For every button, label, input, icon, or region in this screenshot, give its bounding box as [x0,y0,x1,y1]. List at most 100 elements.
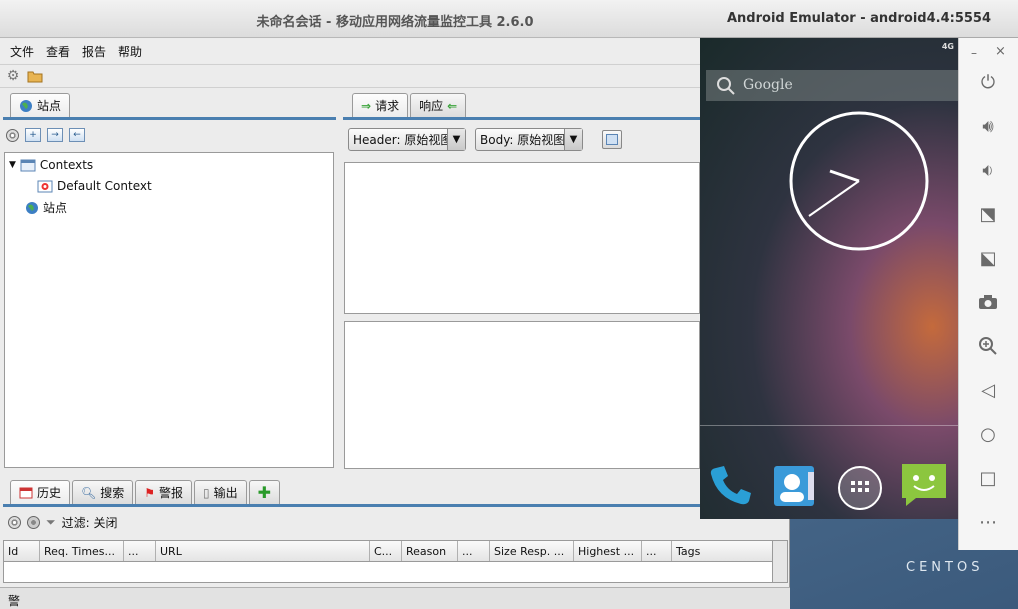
zoom-icon[interactable] [974,332,1002,360]
back-icon[interactable]: ◁ [974,376,1002,404]
tab-history[interactable]: 历史 [10,480,71,504]
import-context-icon[interactable]: → [47,128,63,142]
request-body-panel[interactable] [344,321,700,469]
col-note[interactable]: ... [642,541,672,561]
sites-minibar: + → ← [6,124,85,146]
flag-icon: ⚑ [144,485,156,500]
col-size-resp[interactable]: Size Resp. ... [490,541,574,561]
menu-help[interactable]: 帮助 [112,39,148,63]
tree-contexts[interactable]: ▼ Contexts [9,158,93,172]
chevron-down-icon: ▼ [447,129,465,150]
request-header-panel[interactable] [344,162,700,314]
analog-clock[interactable] [788,110,930,252]
history-minibar: ⏷ 过滤: 关闭 [8,511,117,533]
arrow-right-icon: ⇒ [361,98,372,113]
tab-output[interactable]: ▯ 输出 [194,480,247,504]
overview-icon[interactable]: □ [974,464,1002,492]
history-table-body[interactable] [3,562,775,583]
status-bar: 警 [0,587,790,609]
add-tab-button[interactable]: ✚ [248,480,281,504]
scope-icon[interactable] [27,515,40,529]
google-search-bar[interactable]: Google [706,70,958,101]
col-reason[interactable]: Reason [402,541,458,561]
col-code[interactable]: C... [370,541,402,561]
table-scrollbar[interactable] [772,540,788,583]
tab-alerts[interactable]: ⚑ 警报 [135,480,193,504]
menu-file[interactable]: 文件 [4,39,40,63]
col-rtt[interactable]: ... [458,541,490,561]
chevron-down-icon: ▼ [564,129,582,150]
minimize-icon[interactable]: – [971,46,977,60]
col-method[interactable]: ... [124,541,156,561]
globe-icon [20,99,32,112]
rotate-right-icon[interactable]: ⬕ [974,244,1002,272]
android-screen[interactable]: 4G Google [700,38,958,519]
status-signal: 4G [941,42,954,51]
toolbar: ⚙ [0,64,790,88]
rotate-left-icon[interactable]: ⬔ [974,200,1002,228]
contacts-icon[interactable] [770,464,818,508]
power-icon[interactable]: ⏻ [974,68,1002,96]
tab-underline [3,117,336,120]
new-context-icon[interactable]: + [25,128,41,142]
home-icon[interactable]: ○ [974,420,1002,448]
history-table-header: Id Req. Times... ... URL C... Reason ...… [3,540,775,562]
layout-icon [606,134,618,145]
body-view-select[interactable]: Body: 原始视图 ▼ [475,128,583,151]
tree-default-context[interactable]: Default Context [37,179,152,193]
filter-status[interactable]: 过滤: 关闭 [62,514,118,531]
expand-icon[interactable]: ▼ [9,160,16,170]
volume-up-icon[interactable]: 🔊︎ [974,112,1002,140]
col-tags[interactable]: Tags [672,541,774,561]
document-icon: ▯ [203,485,210,500]
export-context-icon[interactable]: ← [69,128,85,142]
tab-response[interactable]: 响应 ⇐ [410,93,467,117]
menu-report[interactable]: 报告 [76,39,112,63]
messaging-icon[interactable] [900,462,948,510]
col-url[interactable]: URL [156,541,370,561]
plus-icon: ✚ [257,483,272,502]
tab-sites[interactable]: 站点 [10,93,71,117]
window-titlebar[interactable]: 未命名会话 - 移动应用网络流量监控工具 2.6.0 [0,0,790,38]
menu-view[interactable]: 查看 [40,39,76,63]
tree-sites[interactable]: 站点 [25,199,67,216]
tab-output-label: 输出 [213,486,238,500]
status-alerts: 警 [8,594,21,608]
volume-down-icon[interactable]: 🔉︎ [974,156,1002,184]
tree-default-context-label: Default Context [57,179,152,193]
layout-toggle-button[interactable] [602,130,622,149]
phone-icon[interactable] [708,462,754,508]
filter-icon[interactable]: ⏷ [46,515,56,530]
sites-tabbar: 站点 [10,91,72,117]
folder-icon[interactable] [26,67,44,85]
search-icon [717,77,735,95]
tab-request[interactable]: ⇒ 请求 [352,93,409,117]
emulator-titlebar[interactable]: Android Emulator - android4.4:5554 [700,0,1018,38]
col-req-timestamp[interactable]: Req. Times... [40,541,124,561]
options-icon[interactable] [6,128,19,142]
more-icon[interactable]: ⋯ [974,508,1002,536]
tab-search[interactable]: 🔍︎ 搜索 [72,480,134,504]
tab-history-label: 历史 [37,486,62,500]
tree-contexts-label: Contexts [39,158,94,172]
tab-alerts-label: 警报 [159,486,184,500]
camera-icon[interactable] [974,288,1002,316]
options-icon[interactable] [8,515,21,529]
target-icon [37,180,53,192]
close-icon[interactable]: × [995,44,1006,59]
emulator-controls: – × ⏻ 🔊︎ 🔉︎ ⬔ ⬕ ◁ ○ □ ⋯ [958,38,1018,550]
contexts-icon [20,159,36,171]
search-placeholder: Google [743,77,793,93]
header-view-select[interactable]: Header: 原始视图 ▼ [348,128,466,151]
header-view-value: Header: 原始视图 [353,133,453,147]
tab-search-label: 搜索 [100,486,125,500]
bottom-tabbar: 历史 🔍︎ 搜索 ⚑ 警报 ▯ 输出 ✚ [10,478,282,504]
tab-underline-bottom [3,504,790,507]
app-drawer-icon[interactable] [836,464,884,512]
tab-sites-label: 站点 [37,99,62,113]
tree-sites-label: 站点 [43,201,68,215]
col-id[interactable]: Id [4,541,40,561]
request-response-tabbar: ⇒ 请求 响应 ⇐ [352,91,468,117]
col-highest-alert[interactable]: Highest ... [574,541,642,561]
gear-icon[interactable]: ⚙ [4,67,22,85]
